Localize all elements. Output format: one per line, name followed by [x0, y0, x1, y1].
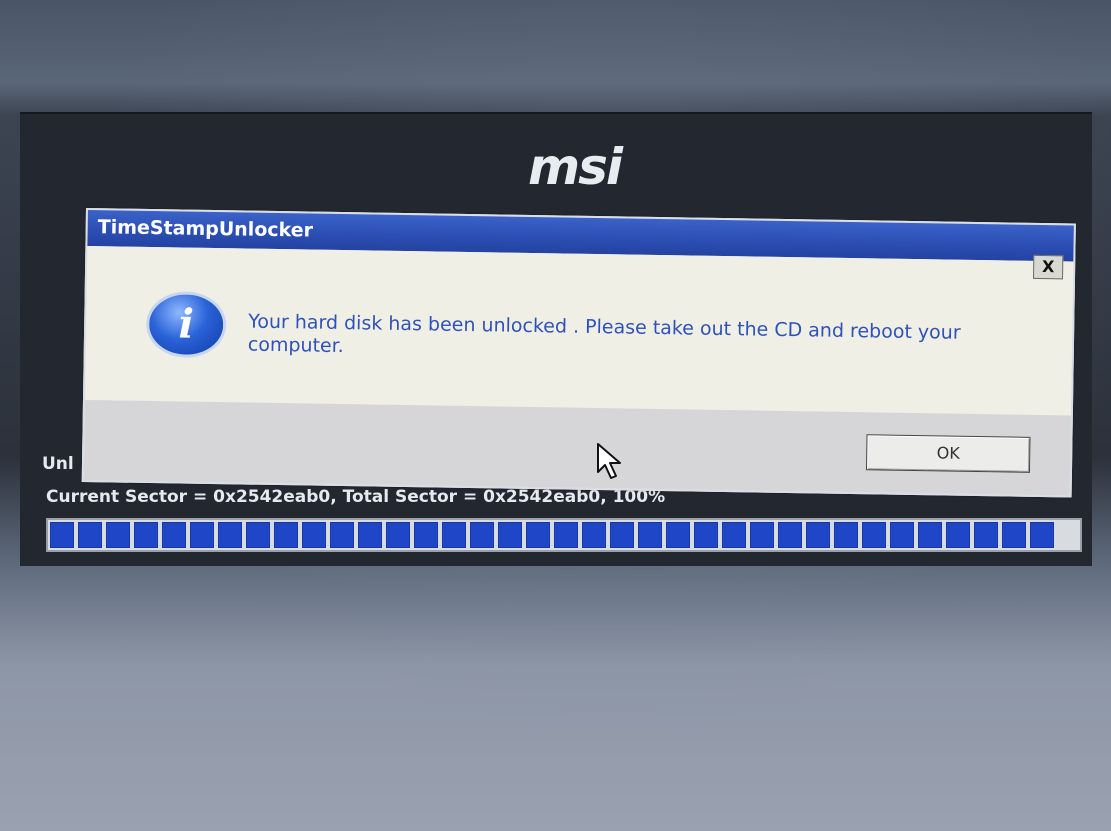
- progress-block: [862, 522, 886, 548]
- status-label-partial: Unl: [42, 454, 74, 474]
- progress-block: [78, 522, 102, 548]
- progress-block: [274, 522, 298, 548]
- dialog-title: TimeStampUnlocker: [97, 216, 314, 242]
- progress-block: [162, 522, 186, 548]
- dialog-message: Your hard disk has been unlocked . Pleas…: [247, 310, 961, 358]
- progress-block: [778, 522, 802, 548]
- progress-block: [246, 522, 270, 548]
- progress-block: [806, 522, 830, 548]
- progress-block: [610, 522, 634, 548]
- progress-block: [50, 522, 74, 548]
- dialog-footer: OK: [83, 400, 1071, 496]
- progress-block: [946, 522, 970, 548]
- progress-block: [330, 522, 354, 548]
- dialog-body: i Your hard disk has been unlocked . Ple…: [84, 246, 1074, 416]
- progress-block: [302, 522, 326, 548]
- progress-block: [582, 522, 606, 548]
- progress-block: [134, 522, 158, 548]
- progress-block: [386, 522, 410, 548]
- progress-bar: [46, 518, 1082, 552]
- info-icon-glyph: i: [178, 300, 195, 348]
- progress-block: [1002, 522, 1026, 548]
- progress-block: [722, 522, 746, 548]
- progress-block: [890, 522, 914, 548]
- progress-block: [358, 522, 382, 548]
- message-dialog: TimeStampUnlocker i Your hard disk has b…: [81, 208, 1076, 498]
- progress-block: [694, 522, 718, 548]
- progress-block: [442, 522, 466, 548]
- progress-block: [750, 522, 774, 548]
- progress-block: [834, 522, 858, 548]
- progress-block: [218, 522, 242, 548]
- progress-block: [470, 522, 494, 548]
- progress-block: [1030, 522, 1054, 548]
- progress-block: [638, 522, 662, 548]
- progress-fill: [50, 522, 1078, 548]
- msi-logo: msi: [528, 138, 623, 196]
- progress-block: [414, 522, 438, 548]
- ok-button[interactable]: OK: [865, 434, 1031, 473]
- progress-block: [666, 522, 690, 548]
- progress-block: [526, 522, 550, 548]
- close-button[interactable]: X: [1033, 254, 1064, 280]
- sector-status-text: Current Sector = 0x2542eab0, Total Secto…: [46, 487, 666, 507]
- info-icon: i: [145, 290, 227, 359]
- mouse-cursor-icon: [597, 443, 621, 479]
- progress-block: [106, 522, 130, 548]
- progress-block: [918, 522, 942, 548]
- progress-block: [554, 522, 578, 548]
- progress-block: [190, 522, 214, 548]
- progress-block: [498, 522, 522, 548]
- progress-block: [974, 522, 998, 548]
